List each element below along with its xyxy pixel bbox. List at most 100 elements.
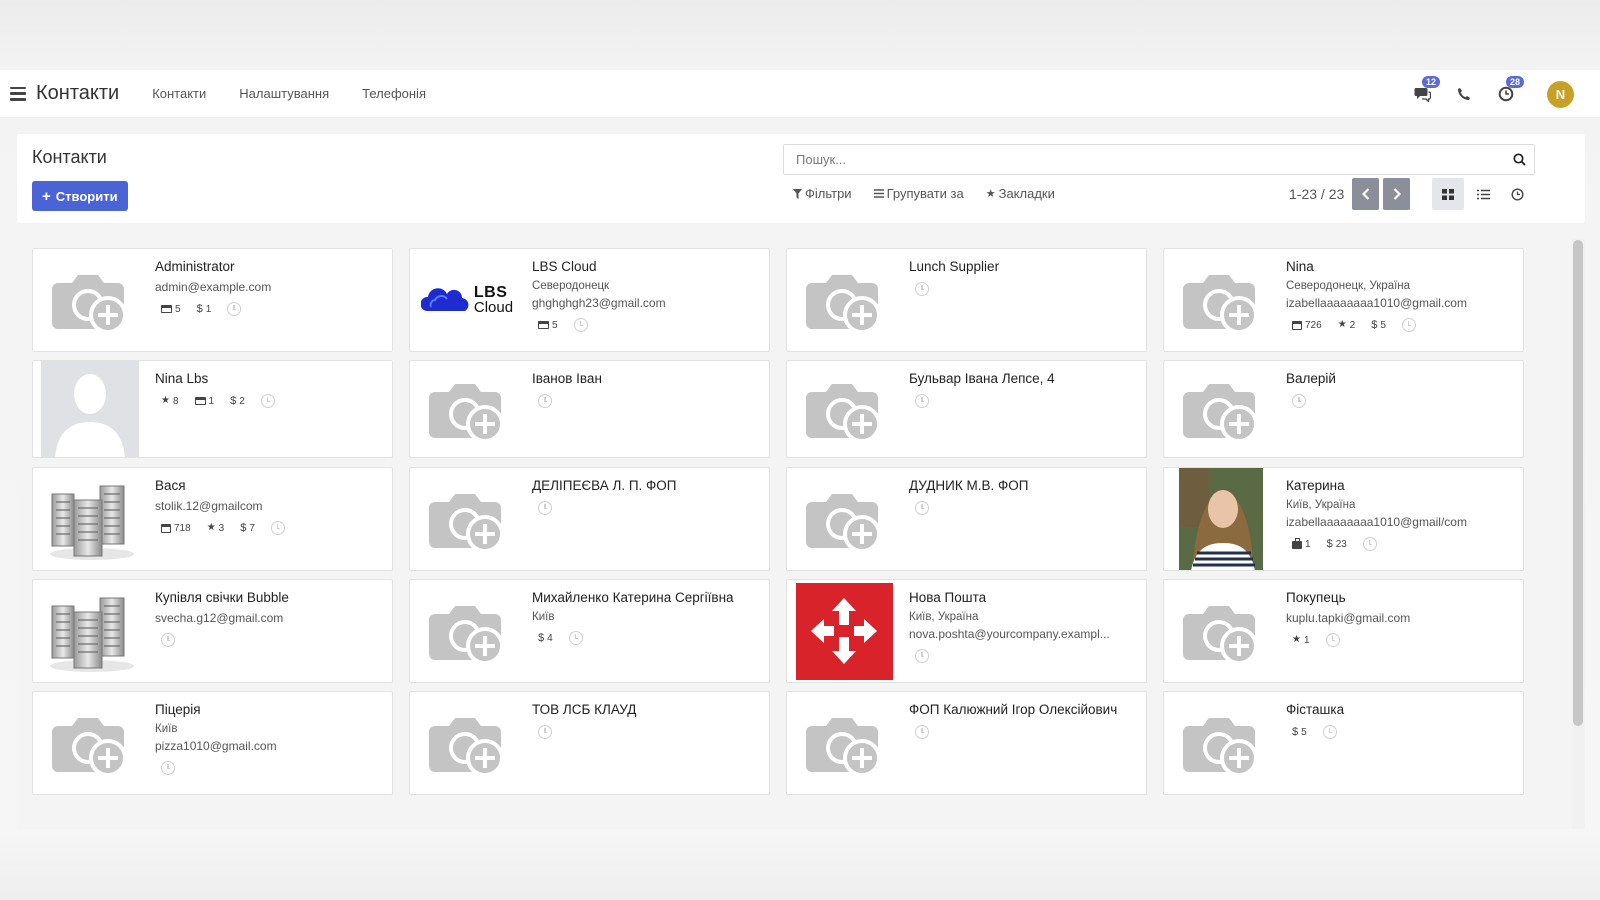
contact-card[interactable]: ТОВ ЛСБ КЛАУД [409,691,770,795]
group-by-toggle[interactable]: Групувати за [873,186,964,201]
pager-previous[interactable] [1352,178,1379,210]
activity-clock-icon[interactable] [161,633,175,647]
stat-dollar[interactable]: $2 [230,396,245,407]
contact-card[interactable]: ФОП Калюжний Ігор Олексійович [786,691,1147,795]
contact-card[interactable]: Бульвар Івана Лепсе, 4 [786,360,1147,458]
contact-card[interactable]: Administrator admin@example.com 5 $1 [32,248,393,352]
contact-card[interactable]: Михайленко Катерина Сергіївна Київ $4 [409,579,770,683]
stat-calendar[interactable]: 718 [161,523,191,534]
contact-name[interactable]: Фісташка [1286,702,1515,717]
stat-dollar[interactable]: $23 [1327,539,1347,550]
contact-name[interactable]: Nina [1286,259,1515,274]
pager-value[interactable]: 1-23 / 23 [1289,186,1344,202]
contact-card[interactable]: Іванов Іван [409,360,770,458]
menu-item-telephony[interactable]: Телефонія [362,86,426,101]
contact-name[interactable]: Вася [155,478,384,493]
activity-clock-icon[interactable] [1322,725,1337,739]
search-button[interactable] [1504,153,1534,166]
contact-name[interactable]: ДУДНИК М.В. ФОП [909,478,1138,493]
contact-card[interactable]: Валерій [1163,360,1524,458]
contact-card[interactable]: ДУДНИК М.В. ФОП [786,467,1147,571]
activity-clock-icon[interactable] [573,318,588,332]
stat-star[interactable]: ★ 3 [207,523,225,534]
activity-view-button[interactable] [1501,178,1533,210]
contact-card[interactable]: Nina Северодонецк, Україна izabellaaaaaaaa… [1163,248,1524,352]
contact-card[interactable]: Катерина Київ, Україна izabellaaaaaaaa1010… [1163,467,1524,571]
activity-clock-icon[interactable] [915,649,929,663]
stat-dollar[interactable]: $5 [1371,320,1386,331]
contact-name[interactable]: Катерина [1286,478,1515,493]
app-title[interactable]: Контакти [36,82,119,105]
activity-clock-icon[interactable] [227,302,242,316]
contact-name[interactable]: ФОП Калюжний Ігор Олексійович [909,702,1138,717]
search-input[interactable] [796,152,1504,167]
activity-clock-icon[interactable] [915,394,929,408]
activity-clock-icon[interactable] [915,282,929,296]
stat-dollar[interactable]: $5 [1292,727,1307,738]
activity-clock-icon[interactable] [260,394,275,408]
contact-name[interactable]: Іванов Іван [532,371,761,386]
menu-item-contacts[interactable]: Контакти [152,86,206,101]
activity-clock-icon[interactable] [538,725,552,739]
stat-calendar[interactable]: 726 [1292,320,1322,331]
chat-button[interactable]: 12 [1413,76,1441,103]
contact-name[interactable]: ТОВ ЛСБ КЛАУД [532,702,761,717]
scrollbar[interactable] [1572,239,1585,829]
stat-star[interactable]: ★ 1 [1292,635,1310,646]
stat-card[interactable]: 1 [194,396,214,407]
contact-name[interactable]: Михайленко Катерина Сергіївна [532,590,761,605]
menu-toggle-icon[interactable] [10,86,26,101]
activity-clock-icon[interactable] [270,521,285,535]
contact-card[interactable]: Lunch Supplier [786,248,1147,352]
contact-card[interactable]: Nina Lbs ★ 8 1 $2 [32,360,393,458]
contact-card[interactable]: Вася stolik.12@gmailcom 718 ★ 3 $7 [32,467,393,571]
activity-clock-icon[interactable] [1401,318,1416,332]
activity-clock-icon[interactable] [161,761,175,775]
contact-card[interactable]: ДЕЛІПЕЄВА Л. П. ФОП [409,467,770,571]
contact-name[interactable]: ДЕЛІПЕЄВА Л. П. ФОП [532,478,761,493]
stat-card[interactable]: 5 [161,304,181,315]
activity-clock-icon[interactable] [1325,633,1340,647]
contact-name[interactable]: Піцерія [155,702,384,717]
activity-clock-icon[interactable] [915,725,929,739]
contact-name[interactable]: Валерій [1286,371,1515,386]
contact-name[interactable]: Покупець [1286,590,1515,605]
stat-star[interactable]: ★ 8 [161,396,179,407]
contact-card[interactable]: Нова Пошта Київ, Україна nova.poshta@yourc… [786,579,1147,683]
contact-card[interactable]: Фісташка $5 [1163,691,1524,795]
stat-bag[interactable]: 1 [1292,538,1311,550]
contact-card[interactable]: LBS Cloud LBS Cloud Северодонецк ghghghgh23@… [409,248,770,352]
activity-clock-icon[interactable] [538,394,552,408]
contact-card[interactable]: Покупець kuplu.tapki@gmail.com ★ 1 [1163,579,1524,683]
favorites-toggle[interactable]: ★ Закладки [986,186,1055,201]
list-view-button[interactable] [1467,178,1499,210]
activity-clock-icon[interactable] [1292,394,1306,408]
user-avatar[interactable]: N [1547,80,1574,108]
activity-clock-icon[interactable] [915,501,929,515]
phone-button[interactable] [1455,85,1473,103]
contact-name[interactable]: Administrator [155,259,384,274]
stat-dollar[interactable]: $7 [240,523,255,534]
contact-name[interactable]: Купівля свічки Bubble [155,590,384,605]
stat-dollar[interactable]: $1 [197,304,212,315]
contact-name[interactable]: LBS Cloud [532,259,761,274]
contact-name[interactable]: Бульвар Івана Лепсе, 4 [909,371,1138,386]
scrollbar-thumb[interactable] [1573,240,1583,726]
contact-card[interactable]: Піцерія Київ pizza1010@gmail.com [32,691,393,795]
activity-button[interactable]: 28 [1497,76,1525,103]
contact-name[interactable]: Lunch Supplier [909,259,1138,274]
activity-clock-icon[interactable] [1362,537,1377,551]
stat-dollar[interactable]: $4 [538,633,553,644]
kanban-view-button[interactable] [1432,178,1464,210]
menu-item-settings[interactable]: Налаштування [239,86,329,101]
contact-card[interactable]: Купівля свічки Bubble svecha.g12@gmail.co… [32,579,393,683]
stat-card[interactable]: 5 [538,320,558,331]
pager-next[interactable] [1383,178,1410,210]
stat-star[interactable]: ★ 2 [1338,320,1356,331]
activity-clock-icon[interactable] [538,501,552,515]
activity-clock-icon[interactable] [568,631,583,645]
create-button[interactable]: + Створити [32,181,128,211]
contact-name[interactable]: Nina Lbs [155,371,384,386]
filters-toggle[interactable]: Фільтри [793,186,852,201]
contact-name[interactable]: Нова Пошта [909,590,1138,605]
